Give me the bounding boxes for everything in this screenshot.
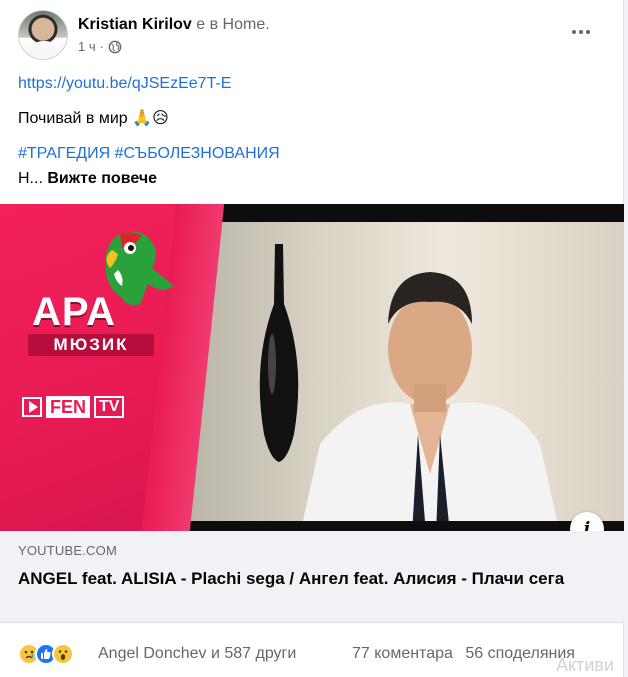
post-hashtags[interactable]: #ТРАГЕДИЯ #СЪБОЛЕЗНОВАНИЯ bbox=[18, 144, 280, 164]
person-image bbox=[300, 272, 560, 531]
fen-label: FEN bbox=[46, 396, 90, 418]
fen-tv-logo: FEN TV bbox=[22, 392, 154, 422]
engagement-counts: 77 коментара 56 споделяния bbox=[352, 645, 583, 663]
tv-label: TV bbox=[94, 396, 125, 418]
see-more-link[interactable]: Вижте повече bbox=[47, 170, 157, 187]
brand-logo: АРА bbox=[32, 290, 116, 334]
comments-count[interactable]: 77 коментара bbox=[352, 645, 453, 662]
location-text: е в Home. bbox=[196, 16, 270, 33]
video-letterbox-bottom bbox=[160, 521, 624, 531]
dot-separator: · bbox=[99, 39, 104, 54]
globe-icon[interactable] bbox=[108, 40, 122, 54]
truncated-text: Н... bbox=[18, 170, 43, 187]
author-line: Kristian Kirilov е в Home. bbox=[78, 15, 270, 35]
reactors-text[interactable]: Angel Donchev и 587 други bbox=[98, 645, 296, 663]
post-footer: Angel Donchev и 587 други 77 коментара 5… bbox=[0, 623, 624, 677]
link-title[interactable]: ANGEL feat. ALISIA - Plachi sega / Ангел… bbox=[18, 567, 578, 591]
post-header: Kristian Kirilov е в Home. 1 ч · bbox=[18, 10, 270, 60]
post-truncated: Н... Вижте повече bbox=[18, 169, 157, 189]
activate-windows-watermark: Активи bbox=[556, 655, 614, 675]
wow-icon bbox=[52, 643, 74, 665]
author-name[interactable]: Kristian Kirilov bbox=[78, 16, 192, 33]
avatar[interactable] bbox=[18, 10, 68, 60]
post-card: Kristian Kirilov е в Home. 1 ч · https:/… bbox=[0, 0, 624, 677]
timestamp[interactable]: 1 ч bbox=[78, 39, 96, 54]
post-meta: Kristian Kirilov е в Home. 1 ч · bbox=[78, 15, 270, 60]
post-message: Почивай в мир 🙏😥 bbox=[18, 110, 169, 127]
link-domain: YOUTUBE.COM bbox=[18, 543, 117, 558]
more-options-icon[interactable] bbox=[571, 22, 591, 42]
play-icon bbox=[22, 397, 42, 417]
timestamp-line: 1 ч · bbox=[78, 39, 270, 54]
reaction-icons[interactable] bbox=[18, 643, 74, 665]
link-preview[interactable]: YOUTUBE.COM ANGEL feat. ALISIA - Plachi … bbox=[0, 531, 624, 623]
brand-subtitle: МЮЗИК bbox=[28, 334, 154, 356]
post-link[interactable]: https://youtu.be/qJSEzEe7T-E bbox=[18, 74, 231, 94]
